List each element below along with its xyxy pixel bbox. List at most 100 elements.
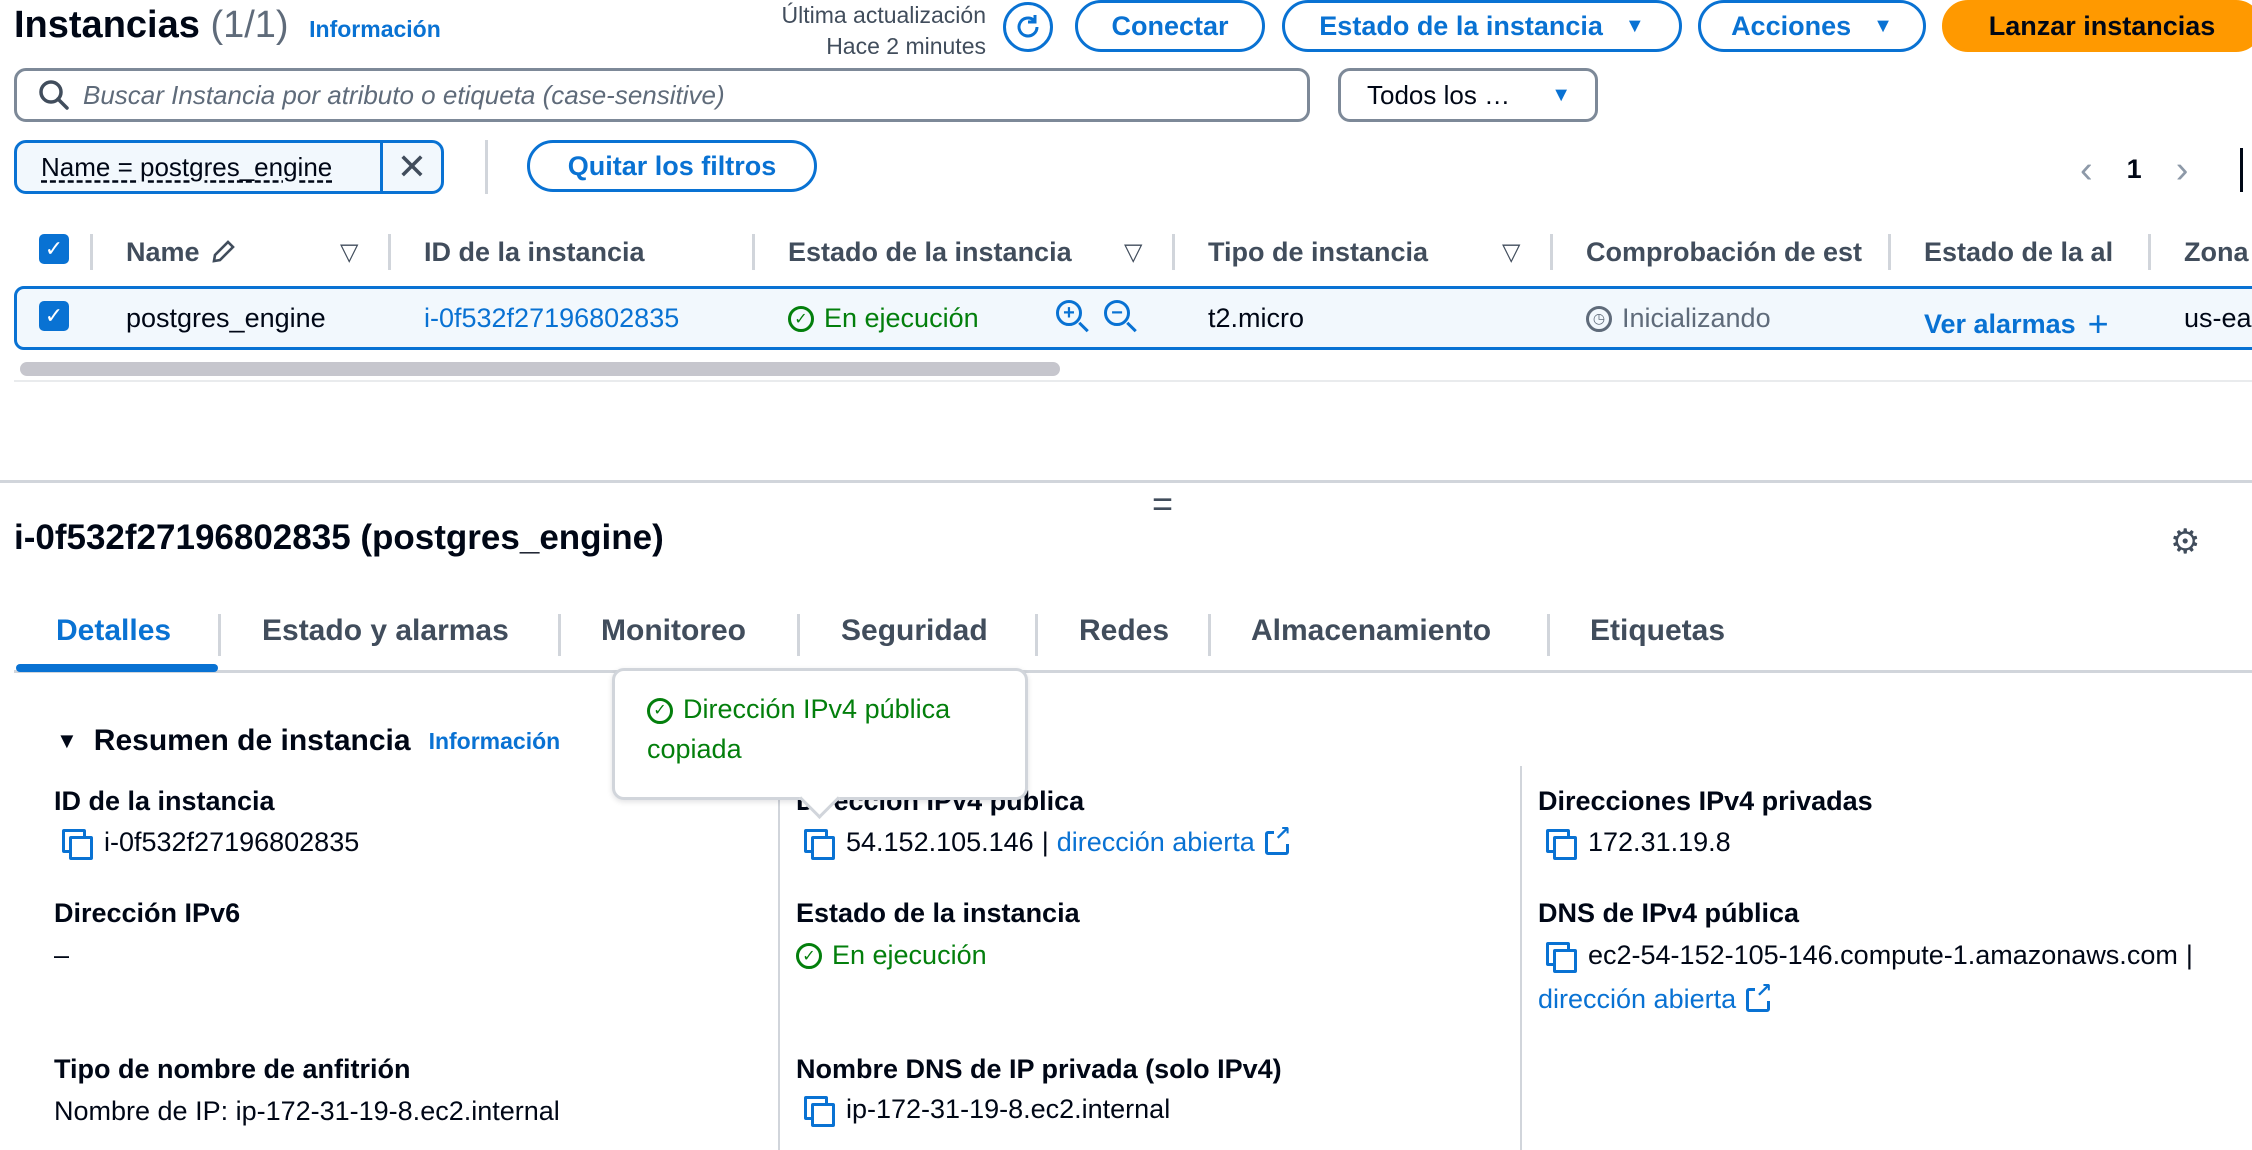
tab-tags[interactable]: Etiquetas — [1590, 614, 1725, 648]
tab-security[interactable]: Seguridad — [841, 614, 988, 648]
view-alarms-link[interactable]: Ver alarmas + — [1924, 303, 2109, 345]
clear-filters-button[interactable]: Quitar los filtros — [527, 140, 817, 192]
column-header-state[interactable]: Estado de la instancia — [788, 232, 1072, 272]
info-link[interactable]: Información — [309, 16, 441, 42]
public-dns-open-link[interactable]: dirección abierta — [1538, 980, 1773, 1015]
instance-state-value: ✓ En ejecución — [796, 940, 987, 971]
zoom-in-icon[interactable]: + — [1056, 300, 1082, 326]
page-title-text: Instancias — [14, 4, 200, 46]
copy-icon[interactable] — [1546, 828, 1577, 860]
cell-name: postgres_engine — [126, 303, 326, 333]
column-header-alarm-state[interactable]: Estado de la al — [1924, 232, 2156, 272]
private-dns-text: ip-172-31-19-8.ec2.internal — [846, 1094, 1171, 1124]
caret-down-icon: ▼ — [1873, 14, 1893, 37]
tab-networking[interactable]: Redes — [1079, 614, 1169, 648]
divider — [2240, 148, 2243, 192]
external-link-icon[interactable] — [1264, 823, 1291, 855]
hostname-type-value: Nombre de IP: ip-172-31-19-8.ec2.interna… — [54, 1096, 560, 1126]
divider — [485, 140, 488, 194]
column-divider — [90, 234, 93, 270]
column-header-id[interactable]: ID de la instancia — [424, 232, 645, 272]
tab-divider — [1547, 614, 1550, 656]
copy-icon[interactable] — [62, 828, 93, 860]
plus-icon[interactable]: + — [2088, 303, 2109, 345]
open-address-link[interactable]: dirección abierta — [1057, 827, 1255, 858]
scrollbar-track — [14, 380, 2252, 382]
check-circle-icon: ✓ — [647, 697, 673, 724]
cell-instance-id-link[interactable]: i-0f532f27196802835 — [424, 303, 679, 334]
check-circle-icon: ✓ — [796, 942, 822, 969]
tab-status-alarms[interactable]: Estado y alarmas — [262, 614, 509, 648]
cell-instance-state: ✓ En ejecución — [788, 303, 979, 334]
instance-state-text: En ejecución — [832, 940, 987, 970]
tab-details[interactable]: Detalles — [56, 614, 171, 648]
column-header-label: Name — [126, 236, 200, 267]
filter-token-label[interactable]: Name = postgres_engine — [17, 143, 380, 191]
launch-instances-button[interactable]: Lanzar instancias — [1942, 0, 2252, 52]
instance-state-text: En ejecución — [824, 303, 979, 333]
sort-icon[interactable]: ▽ — [1502, 238, 1520, 267]
chevron-right-icon[interactable]: › — [2176, 151, 2189, 189]
chevron-left-icon[interactable]: ‹ — [2080, 151, 2093, 189]
tab-divider — [558, 614, 561, 656]
copy-icon[interactable] — [804, 1095, 835, 1127]
filter-token: Name = postgres_engine ✕ — [14, 140, 444, 194]
search-placeholder: Buscar Instancia por atributo o etiqueta… — [83, 79, 725, 110]
tab-storage[interactable]: Almacenamiento — [1251, 614, 1491, 648]
column-divider — [1888, 234, 1891, 270]
search-input[interactable]: Buscar Instancia por atributo o etiqueta… — [14, 68, 1310, 122]
instance-summary-header: ▼ Resumen de instancia Información — [56, 724, 560, 758]
actions-button-label: Acciones — [1731, 10, 1852, 41]
open-address-label: dirección abierta — [1538, 984, 1737, 1014]
column-header-status-check[interactable]: Comprobación de est — [1586, 232, 1862, 272]
row-checkbox[interactable]: ✓ — [39, 301, 69, 331]
sort-icon[interactable]: ▽ — [1124, 238, 1142, 267]
private-ipv4-label: Direcciones IPv4 privadas — [1538, 786, 1873, 816]
close-icon[interactable]: ✕ — [380, 143, 441, 191]
actions-button[interactable]: Acciones ▼ — [1698, 0, 1926, 52]
caret-down-icon[interactable]: ▼ — [56, 728, 78, 754]
state-filter-value: Todos los … — [1367, 79, 1511, 110]
ipv6-value: – — [54, 940, 70, 970]
instance-state-button-label: Estado de la instancia — [1319, 10, 1603, 41]
refresh-button[interactable] — [1003, 2, 1053, 52]
private-dns-label: Nombre DNS de IP privada (solo IPv4) — [796, 1054, 1282, 1084]
instance-count: (1/1) — [210, 4, 289, 46]
last-update-label: Última actualización — [781, 2, 986, 28]
tab-monitoring[interactable]: Monitoreo — [601, 614, 746, 648]
tab-divider — [1035, 614, 1038, 656]
sort-icon[interactable]: ▽ — [340, 238, 358, 267]
select-all-checkbox[interactable]: ✓ — [39, 234, 69, 264]
table-row[interactable] — [14, 286, 2252, 350]
column-header-type[interactable]: Tipo de instancia — [1208, 232, 1428, 272]
info-link[interactable]: Información — [429, 728, 561, 755]
section-title[interactable]: Resumen de instancia — [94, 724, 411, 758]
instance-state-button[interactable]: Estado de la instancia ▼ — [1282, 0, 1682, 52]
column-header-zone[interactable]: Zona — [2184, 232, 2252, 272]
copy-icon[interactable] — [1546, 941, 1577, 973]
edit-icon — [211, 240, 235, 263]
last-update: Última actualización Hace 2 minutes — [781, 0, 986, 62]
public-ipv4-text: 54.152.105.146 — [846, 827, 1034, 857]
refresh-icon — [1017, 15, 1039, 38]
clock-icon: ◷ — [1586, 305, 1612, 332]
drag-handle-icon[interactable]: = — [1152, 486, 1173, 522]
connect-button[interactable]: Conectar — [1075, 0, 1265, 52]
popover-text: Dirección IPv4 pública copiada — [647, 694, 951, 764]
instance-id-text: i-0f532f27196802835 — [104, 827, 360, 857]
state-filter-select[interactable]: Todos los … ▼ — [1338, 68, 1598, 122]
page-number[interactable]: 1 — [2127, 154, 2142, 185]
tab-divider — [218, 614, 221, 656]
column-divider — [778, 766, 780, 1150]
gear-icon[interactable]: ⚙ — [2170, 522, 2200, 562]
column-header-name[interactable]: Name — [126, 232, 238, 272]
caret-down-icon: ▼ — [1624, 14, 1645, 37]
page-title: Instancias (1/1) Información — [14, 4, 441, 47]
column-divider — [1550, 234, 1553, 270]
horizontal-scrollbar[interactable] — [20, 362, 1060, 376]
active-tab-indicator — [16, 664, 218, 672]
tab-divider — [797, 614, 800, 656]
private-ipv4-value: 172.31.19.8 — [1546, 827, 1731, 860]
copy-icon[interactable] — [804, 828, 835, 860]
zoom-out-icon[interactable]: − — [1104, 300, 1130, 326]
